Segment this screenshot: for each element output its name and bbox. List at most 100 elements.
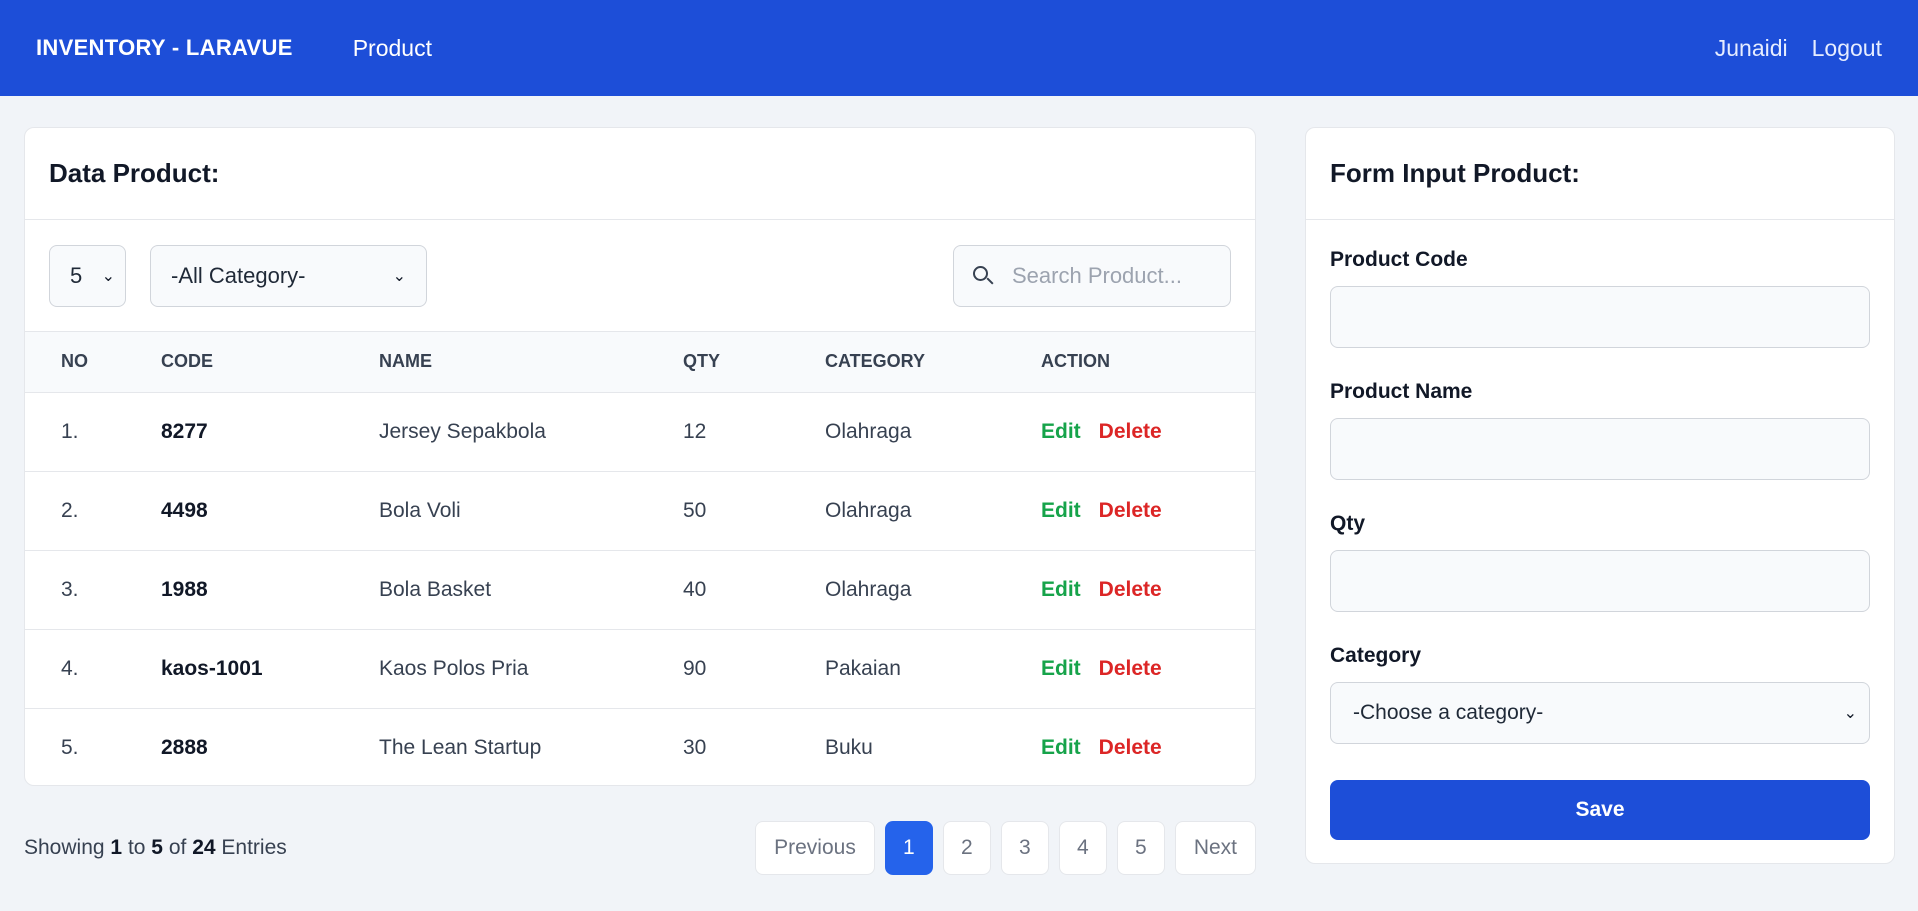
cell-name: Jersey Sepakbola xyxy=(343,392,647,472)
cell-name: Bola Voli xyxy=(343,471,647,551)
logout-link[interactable]: Logout xyxy=(1812,35,1882,62)
cell-code: 4498 xyxy=(125,471,343,551)
product-table: NO CODE NAME QTY CATEGORY ACTION 1. 8277… xyxy=(25,332,1255,787)
col-header-code: CODE xyxy=(125,332,343,393)
nav-right: Junaidi Logout xyxy=(1715,35,1882,62)
showing-to: 5 xyxy=(151,836,163,859)
cell-action: Edit Delete xyxy=(1005,471,1255,551)
table-row: 2. 4498 Bola Voli 50 Olahraga Edit Delete xyxy=(25,471,1255,551)
edit-button[interactable]: Edit xyxy=(1041,499,1081,522)
showing-to-word: to xyxy=(127,836,146,859)
cell-qty: 40 xyxy=(647,550,789,630)
delete-button[interactable]: Delete xyxy=(1099,578,1162,601)
product-table-card: Data Product: 5 ⌄ -All Category- ⌄ NO CO… xyxy=(24,127,1256,786)
col-header-category: CATEGORY xyxy=(789,332,1005,393)
pagination-page-4[interactable]: 4 xyxy=(1058,821,1107,875)
pagination: Previous 1 2 3 4 5 Next xyxy=(755,821,1256,875)
user-menu[interactable]: Junaidi xyxy=(1715,35,1788,62)
category-select-value: -Choose a category- xyxy=(1353,701,1544,724)
edit-button[interactable]: Edit xyxy=(1041,578,1081,601)
cell-category: Olahraga xyxy=(789,471,1005,551)
cell-qty: 12 xyxy=(647,392,789,472)
cell-qty: 30 xyxy=(683,735,707,759)
col-header-action: ACTION xyxy=(1005,332,1255,393)
delete-button[interactable]: Delete xyxy=(1099,657,1162,680)
product-form-card: Form Input Product: Product Code Product… xyxy=(1305,127,1895,864)
table-row: 4. kaos-1001 Kaos Polos Pria 90 Pakaian … xyxy=(25,629,1255,709)
per-page-select[interactable]: 5 ⌄ xyxy=(49,244,126,307)
table-row: 1. 8277 Jersey Sepakbola 12 Olahraga Edi… xyxy=(25,392,1255,472)
edit-button[interactable]: Edit xyxy=(1041,657,1081,680)
category-label: Category xyxy=(1330,644,1422,667)
product-name-label: Product Name xyxy=(1330,380,1473,403)
search-box[interactable] xyxy=(953,244,1231,307)
nav-link-product[interactable]: Product xyxy=(353,35,432,62)
pagination-page-1[interactable]: 1 xyxy=(884,821,933,875)
showing-total: 24 xyxy=(192,836,216,859)
cell-name: Kaos Polos Pria xyxy=(343,629,647,709)
pagination-previous[interactable]: Previous xyxy=(755,821,875,875)
product-form: Product Code Product Name Qty Category -… xyxy=(1306,220,1894,840)
form-card-title: Form Input Product: xyxy=(1330,158,1580,188)
delete-button[interactable]: Delete xyxy=(1099,420,1162,443)
cell-category: Olahraga xyxy=(789,392,1005,472)
qty-label: Qty xyxy=(1330,512,1366,535)
table-card-title: Data Product: xyxy=(49,158,220,188)
cell-code: 8277 xyxy=(125,392,343,472)
edit-button[interactable]: Edit xyxy=(1041,736,1081,759)
save-button[interactable]: Save xyxy=(1330,780,1870,840)
product-name-input[interactable] xyxy=(1330,418,1870,480)
category-filter-value: -All Category- xyxy=(171,262,306,288)
pagination-page-5[interactable]: 5 xyxy=(1116,821,1165,875)
product-code-input[interactable] xyxy=(1330,286,1870,348)
edit-button[interactable]: Edit xyxy=(1041,420,1081,443)
cell-name: Bola Basket xyxy=(343,550,647,630)
cell-no: 1. xyxy=(25,392,125,472)
cell-action: Edit Delete xyxy=(1005,629,1255,709)
table-row: 3. 1988 Bola Basket 40 Olahraga Edit Dele… xyxy=(25,550,1255,630)
category-filter-select[interactable]: -All Category- ⌄ xyxy=(150,244,427,307)
cell-code: 2888 xyxy=(161,735,208,759)
qty-input[interactable] xyxy=(1330,550,1870,612)
per-page-value: 5 xyxy=(70,262,83,288)
search-input[interactable] xyxy=(1012,262,1212,289)
table-header-row: NO CODE NAME QTY CATEGORY ACTION xyxy=(25,332,1255,393)
col-header-name: NAME xyxy=(343,332,647,393)
cell-no: 5. xyxy=(61,735,79,759)
cell-category: Olahraga xyxy=(789,550,1005,630)
pagination-next[interactable]: Next xyxy=(1174,821,1256,875)
delete-button[interactable]: Delete xyxy=(1099,736,1162,759)
product-code-label: Product Code xyxy=(1330,248,1468,271)
cell-category: Pakaian xyxy=(789,629,1005,709)
showing-entries-word: Entries xyxy=(221,836,287,859)
top-navbar: INVENTORY - LARAVUE Product Junaidi Logo… xyxy=(0,0,1918,96)
table-card-header: Data Product: xyxy=(25,128,1255,220)
col-header-no: NO xyxy=(25,332,125,393)
entries-summary: Showing 1 to 5 of 24 Entries xyxy=(24,836,287,860)
chevron-down-icon: ⌄ xyxy=(1843,705,1857,722)
cell-name: The Lean Startup xyxy=(379,735,542,759)
cell-qty: 50 xyxy=(647,471,789,551)
search-icon xyxy=(972,265,994,287)
pagination-page-3[interactable]: 3 xyxy=(1000,821,1049,875)
showing-of-word: of xyxy=(168,836,187,859)
pagination-page-2[interactable]: 2 xyxy=(942,821,991,875)
cell-code: 1988 xyxy=(125,550,343,630)
form-card-header: Form Input Product: xyxy=(1306,128,1894,220)
cell-action: Edit Delete xyxy=(1005,550,1255,630)
brand-logo[interactable]: INVENTORY - LARAVUE xyxy=(36,35,293,61)
showing-from: 1 xyxy=(110,836,123,859)
table-toolbar: 5 ⌄ -All Category- ⌄ xyxy=(25,220,1255,332)
col-header-qty: QTY xyxy=(647,332,789,393)
chevron-down-icon: ⌄ xyxy=(101,267,115,285)
cell-action: Edit Delete xyxy=(1005,392,1255,472)
cell-code: kaos-1001 xyxy=(125,629,343,709)
cell-qty: 90 xyxy=(647,629,789,709)
category-select[interactable]: -Choose a category- ⌄ xyxy=(1330,682,1870,744)
cell-no: 2. xyxy=(25,471,125,551)
delete-button[interactable]: Delete xyxy=(1099,499,1162,522)
chevron-down-icon: ⌄ xyxy=(392,267,406,285)
showing-prefix: Showing xyxy=(24,836,105,859)
cell-category: Buku xyxy=(825,735,873,759)
cell-no: 3. xyxy=(25,550,125,630)
